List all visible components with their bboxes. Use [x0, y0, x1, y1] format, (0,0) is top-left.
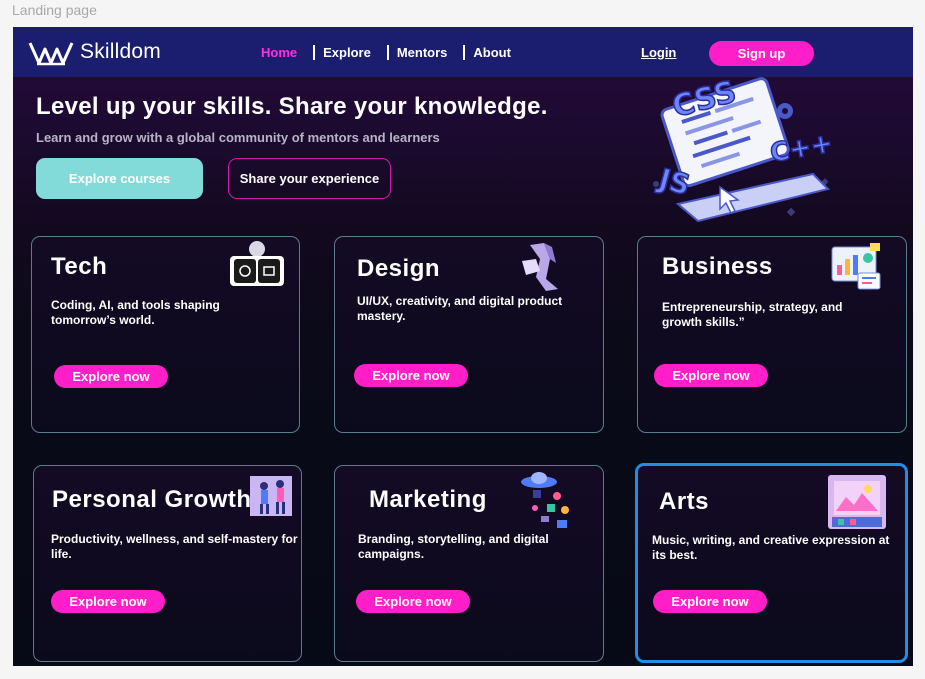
frame-label: Landing page: [12, 2, 97, 18]
explore-now-button[interactable]: Explore now: [54, 365, 168, 388]
category-card-design[interactable]: Design UI/UX, creativity, and digital pr…: [334, 236, 604, 433]
explore-courses-button[interactable]: Explore courses: [36, 158, 203, 199]
card-title: Marketing: [369, 486, 487, 513]
landing-page: Skilldom Home Explore Mentors About Logi…: [13, 27, 913, 666]
nav-divider: [386, 44, 389, 60]
card-title: Personal Growth: [52, 486, 252, 513]
business-charts-icon: [831, 243, 881, 290]
category-card-arts[interactable]: Arts Music, writing, and creative expres…: [635, 463, 908, 663]
explore-now-button[interactable]: Explore now: [354, 364, 468, 387]
explore-now-button[interactable]: Explore now: [51, 590, 165, 613]
nav-link-about[interactable]: About: [473, 45, 511, 60]
hero-subtitle: Learn and grow with a global community o…: [36, 130, 440, 145]
nav-link-explore[interactable]: Explore: [323, 45, 371, 60]
hero-title: Level up your skills. Share your knowled…: [36, 93, 548, 120]
card-description: Branding, storytelling, and digital camp…: [358, 532, 549, 561]
brand-name: Skilldom: [80, 40, 161, 63]
card-description: Entrepreneurship, strategy, and growth s…: [662, 300, 843, 329]
js-label: JS: [654, 162, 694, 202]
nav-divider: [313, 44, 316, 60]
design-3d-shape-icon: [522, 243, 558, 291]
card-title: Business: [662, 253, 773, 280]
arts-painting-icon: [828, 475, 886, 529]
category-card-tech[interactable]: Tech Coding, AI, and tools shaping tomor…: [31, 236, 300, 433]
card-description: Productivity, wellness, and self-mastery…: [51, 532, 298, 561]
card-description: Music, writing, and creative expression …: [652, 533, 890, 562]
card-description: UI/UX, creativity, and digital product m…: [357, 294, 563, 323]
nav-link-mentors[interactable]: Mentors: [397, 45, 448, 60]
card-description: Coding, AI, and tools shaping tomorrow’s…: [51, 298, 220, 327]
nav-link-home[interactable]: Home: [261, 45, 297, 60]
category-card-business[interactable]: Business Entrepreneurship, strategy, and…: [637, 236, 907, 433]
brand-logo[interactable]: Skilldom: [27, 37, 161, 67]
marketing-ufo-icon: [521, 472, 569, 528]
tech-devices-icon: [230, 241, 284, 286]
coding-laptop-illustration: CSS C++ JS: [653, 74, 836, 223]
nav-divider: [463, 44, 466, 60]
signup-button[interactable]: Sign up: [709, 41, 814, 66]
share-experience-button[interactable]: Share your experience: [228, 158, 391, 199]
category-card-marketing[interactable]: Marketing Branding, storytelling, and di…: [334, 465, 604, 662]
card-title: Tech: [51, 253, 108, 280]
crown-logo-icon: [28, 42, 74, 66]
card-title: Design: [357, 255, 441, 282]
nav-links: Home Explore Mentors About: [261, 27, 511, 77]
personal-growth-people-icon: [250, 476, 292, 516]
explore-now-button[interactable]: Explore now: [653, 590, 767, 613]
explore-now-button[interactable]: Explore now: [356, 590, 470, 613]
card-title: Arts: [659, 488, 710, 515]
category-card-personal-growth[interactable]: Personal Growth Productivity, wellness, …: [33, 465, 302, 662]
login-link[interactable]: Login: [641, 45, 676, 60]
explore-now-button[interactable]: Explore now: [654, 364, 768, 387]
